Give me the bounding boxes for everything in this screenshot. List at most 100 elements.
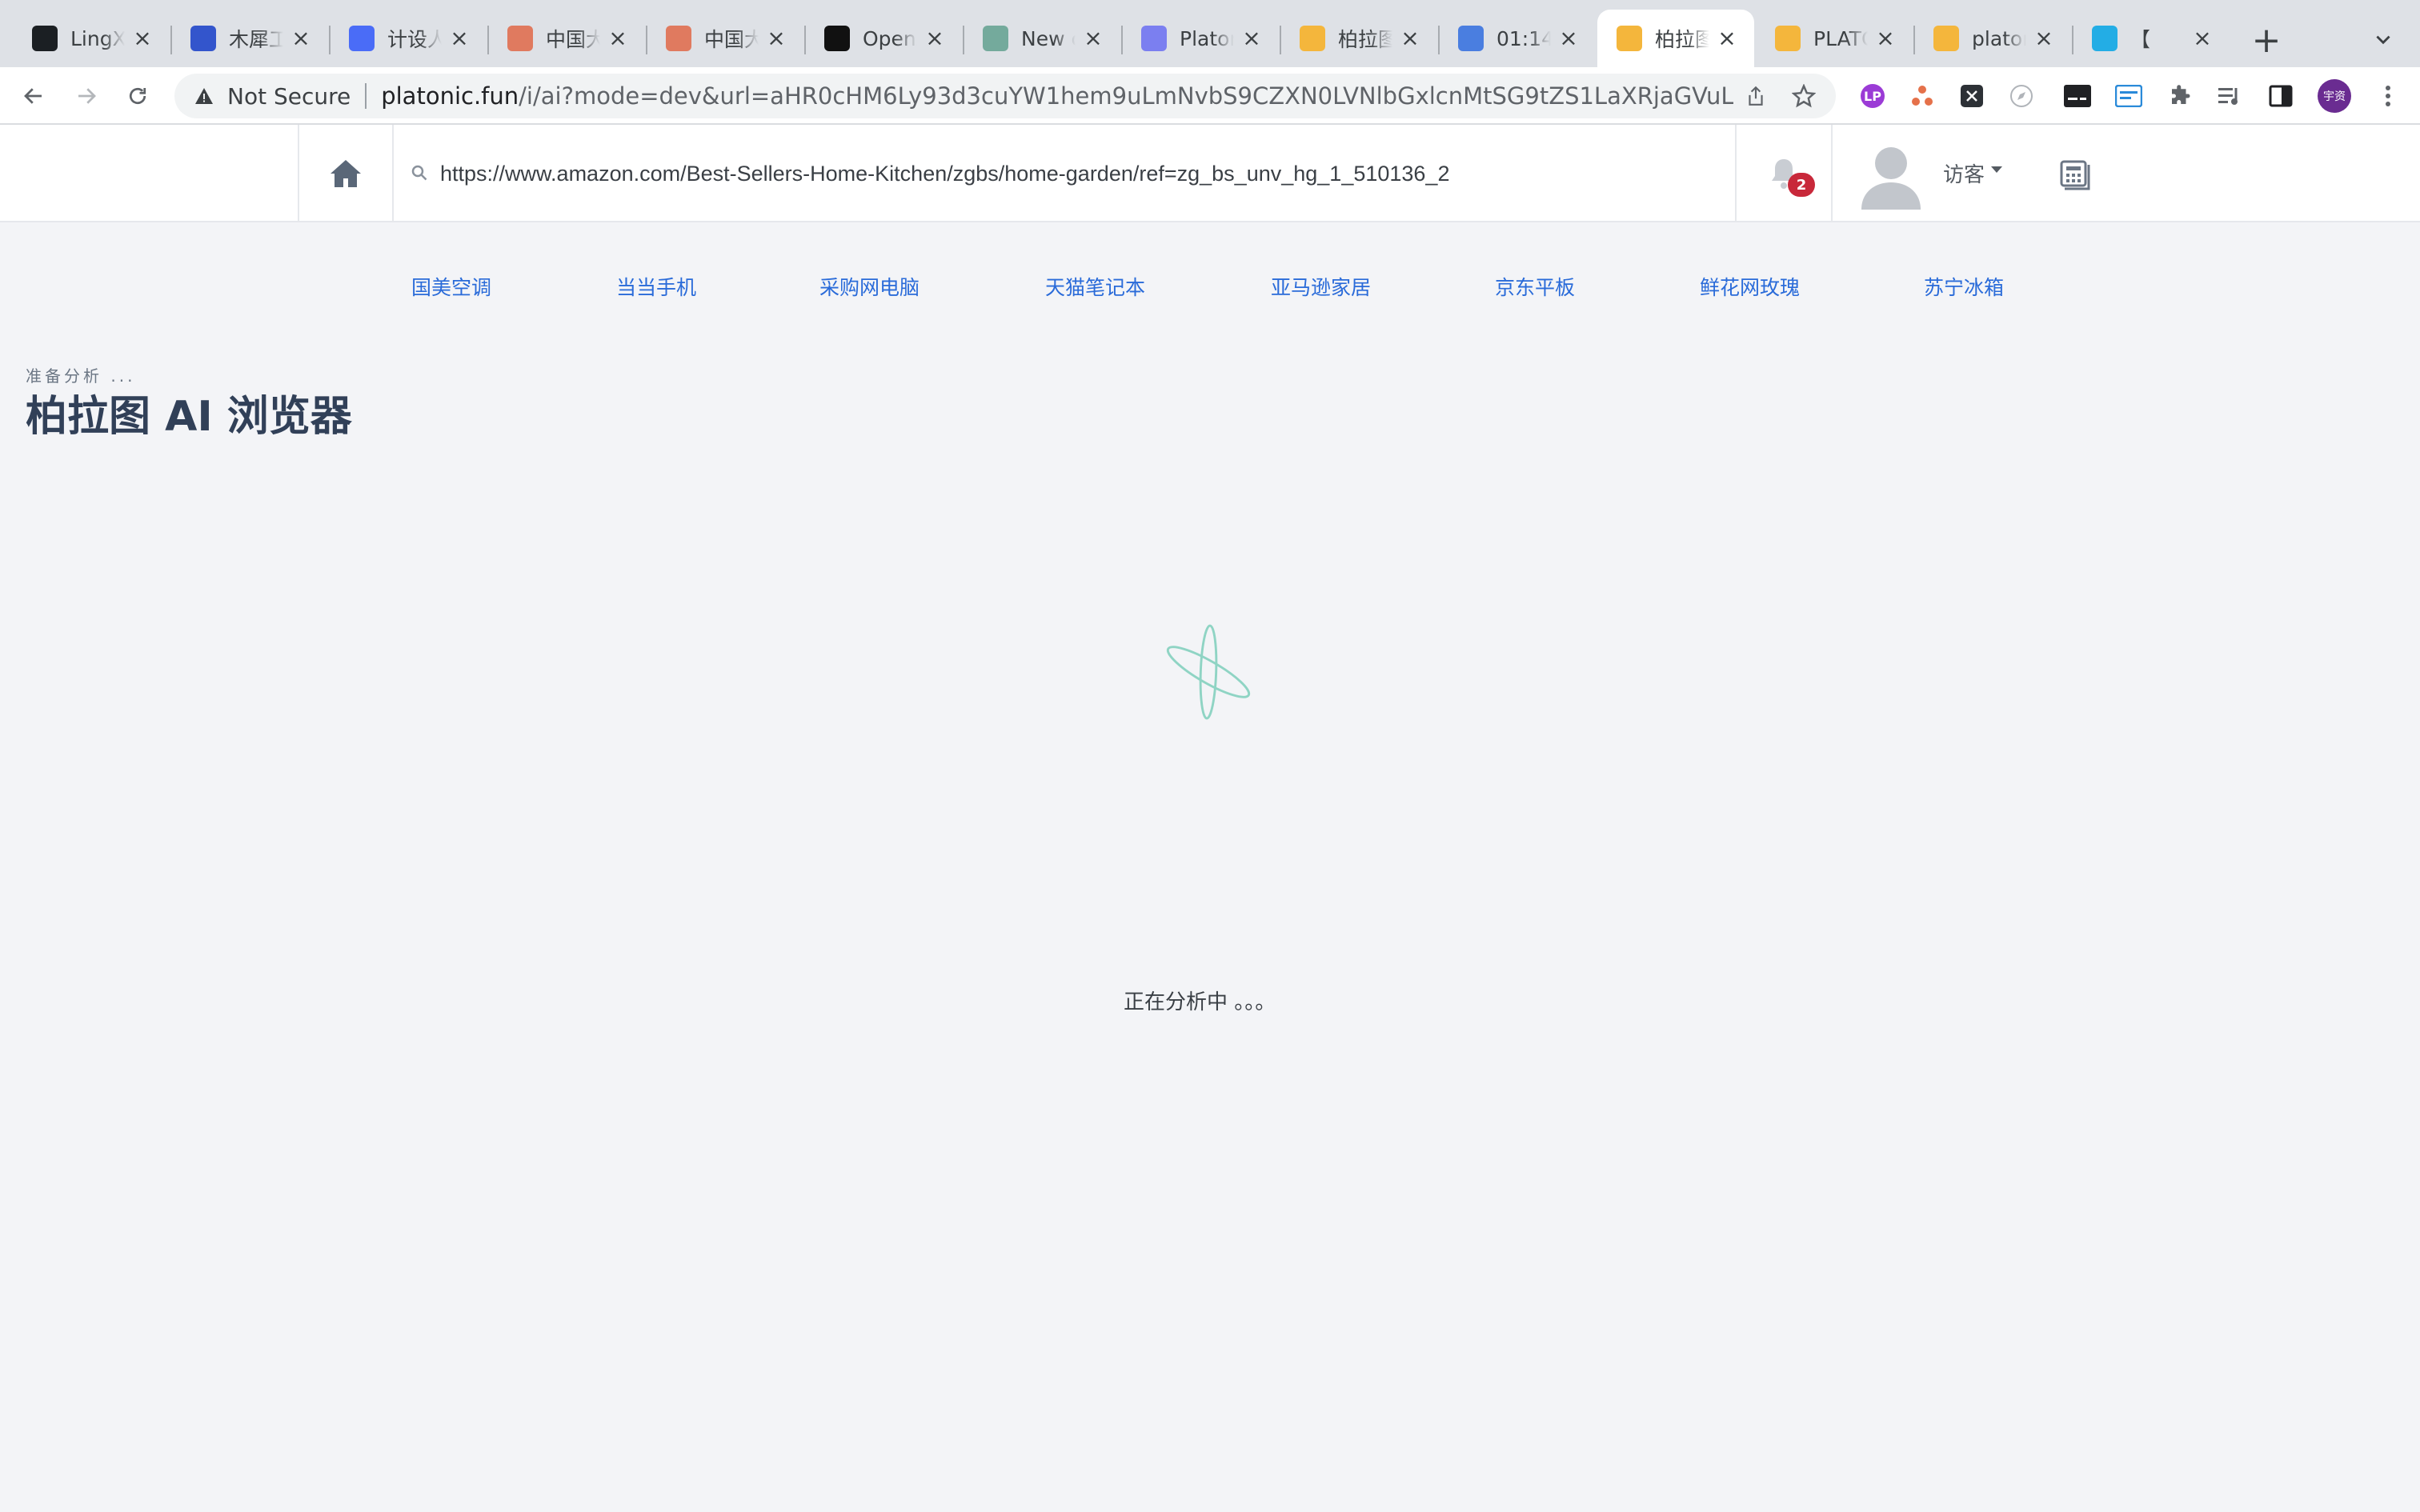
browser-menu-button[interactable]	[2374, 82, 2402, 110]
browser-tab[interactable]: OpenAI ×	[805, 10, 962, 67]
back-arrow-icon	[24, 88, 42, 104]
close-icon[interactable]: ×	[448, 27, 471, 50]
close-icon[interactable]: ×	[2033, 27, 2055, 50]
user-avatar[interactable]	[1855, 138, 1927, 210]
close-icon[interactable]: ×	[2191, 27, 2214, 50]
tab-title: 中国大学	[704, 28, 759, 51]
profile-avatar[interactable]: 宇资	[2318, 79, 2351, 113]
quick-link[interactable]: 当当手机	[616, 272, 696, 301]
browser-tab[interactable]: 中国大学 ×	[488, 10, 645, 67]
reload-icon	[129, 87, 146, 105]
new-tab-button[interactable]: +	[2244, 19, 2289, 61]
browser-tab[interactable]: 【×	[2073, 10, 2230, 67]
close-icon[interactable]: ×	[131, 27, 154, 50]
browser-tab-strip: LingXi×木犀工作室×计设人×中国大学×中国大学×OpenAI×New ch…	[0, 0, 2420, 67]
home-button[interactable]	[298, 125, 394, 222]
tab-title: 计设人	[387, 28, 442, 51]
close-icon[interactable]: ×	[1082, 27, 1104, 50]
calculator-icon	[2060, 160, 2090, 190]
reading-list-icon[interactable]	[2215, 82, 2244, 110]
share-button[interactable]	[1743, 83, 1769, 109]
quick-link[interactable]: 国美空调	[411, 272, 491, 301]
extension-card-icon[interactable]	[2114, 82, 2143, 110]
tab-title: platonic	[1972, 26, 2026, 50]
notification-badge: 2	[1788, 173, 1815, 197]
close-icon[interactable]: ×	[765, 27, 787, 50]
status-text: 正在分析中 。。。	[1124, 990, 1276, 1014]
security-label[interactable]: Not Secure	[227, 83, 351, 110]
extension-terminal-icon[interactable]	[2063, 82, 2092, 110]
close-icon[interactable]: ×	[1240, 27, 1263, 50]
profile-initials: 宇资	[2323, 90, 2346, 103]
tab-title: New chat	[1021, 26, 1076, 50]
tab-title: Platonic	[1180, 26, 1234, 50]
warning-icon[interactable]	[192, 84, 216, 108]
smile-icon	[1775, 26, 1801, 51]
flower-icon	[666, 26, 691, 51]
browser-toolbar: Not Secure platonic.fun/i/ai?mode=dev&ur…	[0, 67, 2420, 125]
browser-tab[interactable]: New chat ×	[964, 10, 1120, 67]
dots-icon	[1458, 26, 1484, 51]
url-search-input[interactable]	[440, 154, 1721, 194]
quick-link[interactable]: 采购网电脑	[819, 272, 920, 301]
close-icon[interactable]: ×	[1716, 27, 1738, 50]
star-icon	[1792, 84, 1816, 108]
browser-tab[interactable]: LingXi ×	[13, 10, 170, 67]
close-icon[interactable]: ×	[1874, 27, 1897, 50]
browser-tab[interactable]: platonic ×	[1914, 10, 2071, 67]
url-text[interactable]: platonic.fun/i/ai?mode=dev&url=aHR0cHM6L…	[381, 82, 1733, 110]
browser-tab[interactable]: PLATONIC ×	[1756, 10, 1913, 67]
quick-links: 国美空调 当当手机 采购网电脑 天猫笔记本 亚马逊家居 京东平板 鲜花网玫瑰 苏…	[0, 272, 2420, 304]
close-icon[interactable]: ×	[1399, 27, 1421, 50]
browser-tab[interactable]: 柏拉图 ×	[1280, 10, 1437, 67]
extension-x-icon[interactable]	[1957, 82, 1986, 110]
quick-link[interactable]: 天猫笔记本	[1045, 272, 1145, 301]
doc-icon	[1141, 26, 1167, 51]
notifications-button[interactable]: 2	[1735, 125, 1833, 222]
tab-title: 中国大学	[546, 28, 600, 51]
browser-tab[interactable]: 计设人 ×	[330, 10, 487, 67]
omnibox-divider	[365, 83, 367, 109]
tab-title: LingXi	[70, 26, 125, 50]
caret-down-icon[interactable]	[1991, 166, 2002, 173]
forward-button[interactable]	[67, 77, 106, 115]
svg-text:LP: LP	[1864, 89, 1881, 104]
extension-lp-icon[interactable]: LP	[1858, 82, 1887, 110]
quick-link[interactable]: 京东平板	[1495, 272, 1575, 301]
back-button[interactable]	[14, 77, 53, 115]
browser-tab[interactable]: 木犀工作室 ×	[171, 10, 328, 67]
quick-link[interactable]: 亚马逊家居	[1271, 272, 1371, 301]
quick-link[interactable]: 鲜花网玫瑰	[1700, 272, 1800, 301]
browser-tab[interactable]: 柏拉图 ×	[1597, 10, 1754, 67]
app-header: 2 访客	[0, 125, 2420, 222]
close-icon[interactable]: ×	[607, 27, 629, 50]
tab-search-button[interactable]	[2361, 19, 2406, 61]
extension-tree-icon[interactable]	[1908, 82, 1937, 110]
smile-icon	[1933, 26, 1959, 51]
close-icon[interactable]: ×	[1557, 27, 1580, 50]
chevron-down-icon	[2376, 35, 2390, 45]
search-icon	[411, 165, 427, 181]
m-logo-icon	[190, 26, 216, 51]
side-panel-icon[interactable]	[2266, 82, 2295, 110]
quick-link[interactable]: 苏宁冰箱	[1924, 272, 2004, 301]
bookmark-button[interactable]	[1789, 82, 1818, 110]
bilibili-icon	[2092, 26, 2118, 51]
flower-icon	[507, 26, 533, 51]
browser-tab[interactable]: Platonic ×	[1122, 10, 1279, 67]
extensions-puzzle-icon[interactable]	[2166, 82, 2194, 110]
address-bar[interactable]: Not Secure platonic.fun/i/ai?mode=dev&ur…	[174, 74, 1836, 118]
tab-title: 01:14	[1496, 26, 1551, 50]
reload-button[interactable]	[118, 77, 157, 115]
close-icon[interactable]: ×	[924, 27, 946, 50]
more-vertical-icon	[2386, 86, 2390, 106]
browser-tab[interactable]: 中国大学 ×	[647, 10, 803, 67]
browser-tab[interactable]: 01:14 ×	[1439, 10, 1596, 67]
smile-icon	[1300, 26, 1325, 51]
forward-arrow-icon	[78, 88, 96, 104]
tab-title: PLATONIC	[1813, 26, 1868, 50]
user-name[interactable]: 访客	[1943, 158, 1985, 188]
calculator-button[interactable]	[2053, 154, 2095, 195]
close-icon[interactable]: ×	[290, 27, 312, 50]
extension-compass-icon[interactable]	[2007, 82, 2036, 110]
